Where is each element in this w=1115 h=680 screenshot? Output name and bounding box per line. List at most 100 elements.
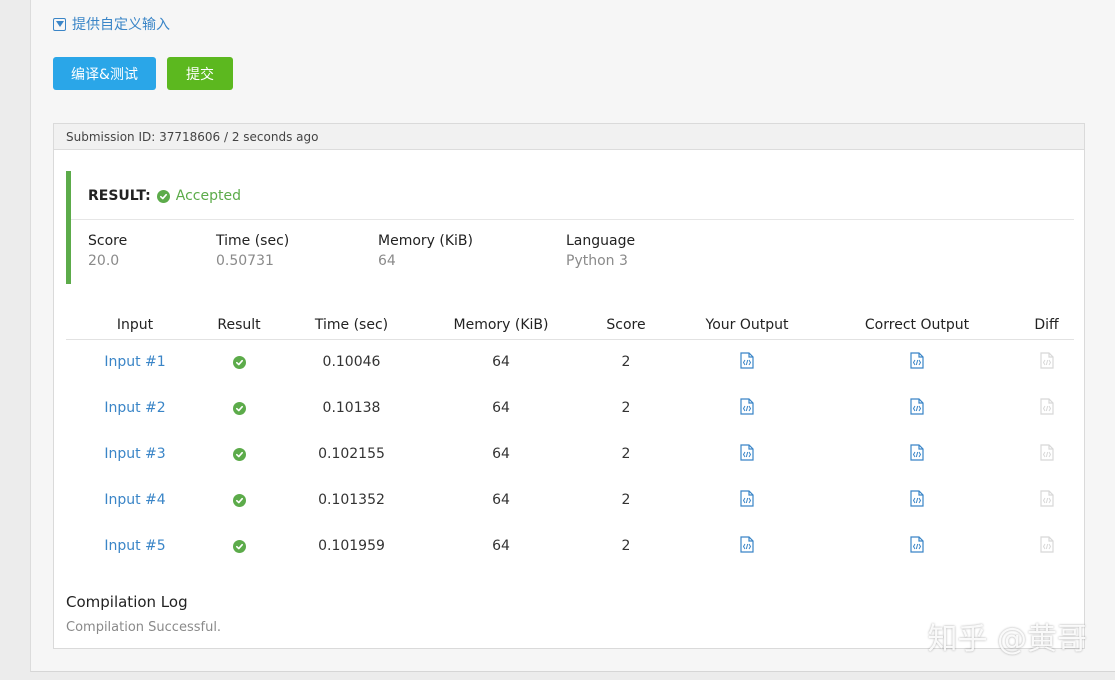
check-circle-icon <box>232 447 246 461</box>
table-row: Input #5 0.101959 64 2 <box>66 523 1074 569</box>
stat-language: Language Python 3 <box>566 233 635 269</box>
code-file-icon[interactable] <box>740 397 754 419</box>
stat-key: Score <box>88 233 128 249</box>
custom-input-toggle[interactable]: 提供自定义输入 <box>53 14 170 34</box>
stat-key: Memory (KiB) <box>378 233 473 249</box>
result-cell <box>204 523 274 569</box>
column-header: Time (sec) <box>274 312 429 340</box>
memory-cell: 64 <box>492 400 510 416</box>
result-cell <box>204 431 274 477</box>
correct-output-cell <box>815 523 1019 569</box>
custom-input-label: 提供自定义输入 <box>72 17 170 33</box>
diff-cell <box>1019 523 1074 569</box>
code-file-icon[interactable] <box>740 535 754 557</box>
score-cell: 2 <box>621 538 631 554</box>
stat-value: 0.50731 <box>216 253 274 269</box>
score-cell: 2 <box>621 446 631 462</box>
diff-file-icon <box>1039 443 1054 465</box>
memory-cell: 64 <box>492 354 510 371</box>
memory-cell: 64 <box>492 492 510 508</box>
correct-output-cell <box>815 477 1019 523</box>
code-file-icon[interactable] <box>910 352 924 373</box>
diff-cell <box>1019 477 1074 523</box>
submission-panel: Submission ID: 37718606 / 2 seconds ago … <box>53 123 1085 649</box>
stat-key: Time (sec) <box>216 233 290 249</box>
result-divider <box>71 219 1074 220</box>
column-header: Diff <box>1019 312 1074 340</box>
check-circle-icon <box>156 189 170 203</box>
code-file-icon[interactable] <box>910 489 924 511</box>
input-link[interactable]: Input #5 <box>66 523 204 569</box>
code-file-icon[interactable] <box>910 397 924 419</box>
memory-cell: 64 <box>492 446 510 462</box>
diff-cell <box>1019 431 1074 477</box>
your-output-cell <box>679 385 815 431</box>
check-circle-icon <box>232 401 246 415</box>
diff-file-icon <box>1039 489 1054 511</box>
compile-test-button[interactable]: 编译&测试 <box>53 57 156 90</box>
submit-button[interactable]: 提交 <box>167 57 233 90</box>
time-cell: 0.101352 <box>318 492 385 508</box>
diff-file-icon <box>1039 397 1054 419</box>
time-cell: 0.101959 <box>318 538 385 554</box>
table-row: Input #1 0.10046 64 2 <box>66 339 1074 385</box>
column-header: Correct Output <box>815 312 1019 340</box>
table-row: Input #4 0.101352 64 2 <box>66 477 1074 523</box>
code-file-icon[interactable] <box>910 535 924 557</box>
result-summary: RESULT: Accepted Score 20.0 Time (sec) 0… <box>66 171 1074 284</box>
stat-value: 20.0 <box>88 253 120 269</box>
table-header-row: Input Result Time (sec) Memory (KiB) Sco… <box>66 312 1074 340</box>
your-output-cell <box>679 339 815 385</box>
diff-file-icon <box>1039 535 1054 557</box>
diff-cell <box>1019 339 1074 385</box>
time-cell: 0.10046 <box>322 354 381 371</box>
time-cell: 0.102155 <box>318 446 385 462</box>
stat-value: Python 3 <box>566 253 628 269</box>
stat-time: Time (sec) 0.50731 <box>216 233 289 269</box>
column-header: Your Output <box>679 312 815 340</box>
result-cell <box>204 477 274 523</box>
time-cell: 0.10138 <box>322 400 381 416</box>
compilation-log-text: Compilation Successful. <box>66 620 222 635</box>
input-link[interactable]: Input #3 <box>66 431 204 477</box>
your-output-cell <box>679 431 815 477</box>
score-cell: 2 <box>621 492 631 508</box>
result-status: Accepted <box>175 188 241 204</box>
result-cell <box>204 339 274 385</box>
correct-output-cell <box>815 339 1019 385</box>
compilation-log-title: Compilation Log <box>66 593 188 611</box>
code-file-icon[interactable] <box>910 443 924 465</box>
diff-cell <box>1019 385 1074 431</box>
caret-down-icon <box>53 17 66 31</box>
correct-output-cell <box>815 431 1019 477</box>
input-link[interactable]: Input #1 <box>66 339 204 385</box>
input-link[interactable]: Input #2 <box>66 385 204 431</box>
check-circle-icon <box>232 493 246 507</box>
result-label: RESULT: <box>88 188 151 204</box>
check-circle-icon <box>232 539 246 553</box>
result-cell <box>204 385 274 431</box>
score-cell: 2 <box>621 354 631 371</box>
column-header: Score <box>573 312 679 340</box>
diff-file-icon <box>1039 352 1054 373</box>
your-output-cell <box>679 523 815 569</box>
submission-header: Submission ID: 37718606 / 2 seconds ago <box>54 124 1084 150</box>
input-link[interactable]: Input #4 <box>66 477 204 523</box>
result-line: RESULT: Accepted <box>88 188 241 204</box>
page-container: 提供自定义输入 编译&测试 提交 Submission ID: 37718606… <box>30 0 1115 672</box>
stat-score: Score 20.0 <box>88 233 127 269</box>
check-circle-icon <box>232 355 246 369</box>
watermark: 知乎 @黄哥 <box>927 622 1087 657</box>
stat-value: 64 <box>378 253 396 269</box>
column-header: Input <box>66 312 204 340</box>
score-cell: 2 <box>621 400 631 416</box>
table-row: Input #3 0.102155 64 2 <box>66 431 1074 477</box>
column-header: Memory (KiB) <box>429 312 573 340</box>
column-header: Result <box>204 312 274 340</box>
correct-output-cell <box>815 385 1019 431</box>
code-file-icon[interactable] <box>740 489 754 511</box>
code-file-icon[interactable] <box>740 352 754 373</box>
code-file-icon[interactable] <box>740 443 754 465</box>
test-cases-table: Input Result Time (sec) Memory (KiB) Sco… <box>66 312 1074 569</box>
memory-cell: 64 <box>492 538 510 554</box>
